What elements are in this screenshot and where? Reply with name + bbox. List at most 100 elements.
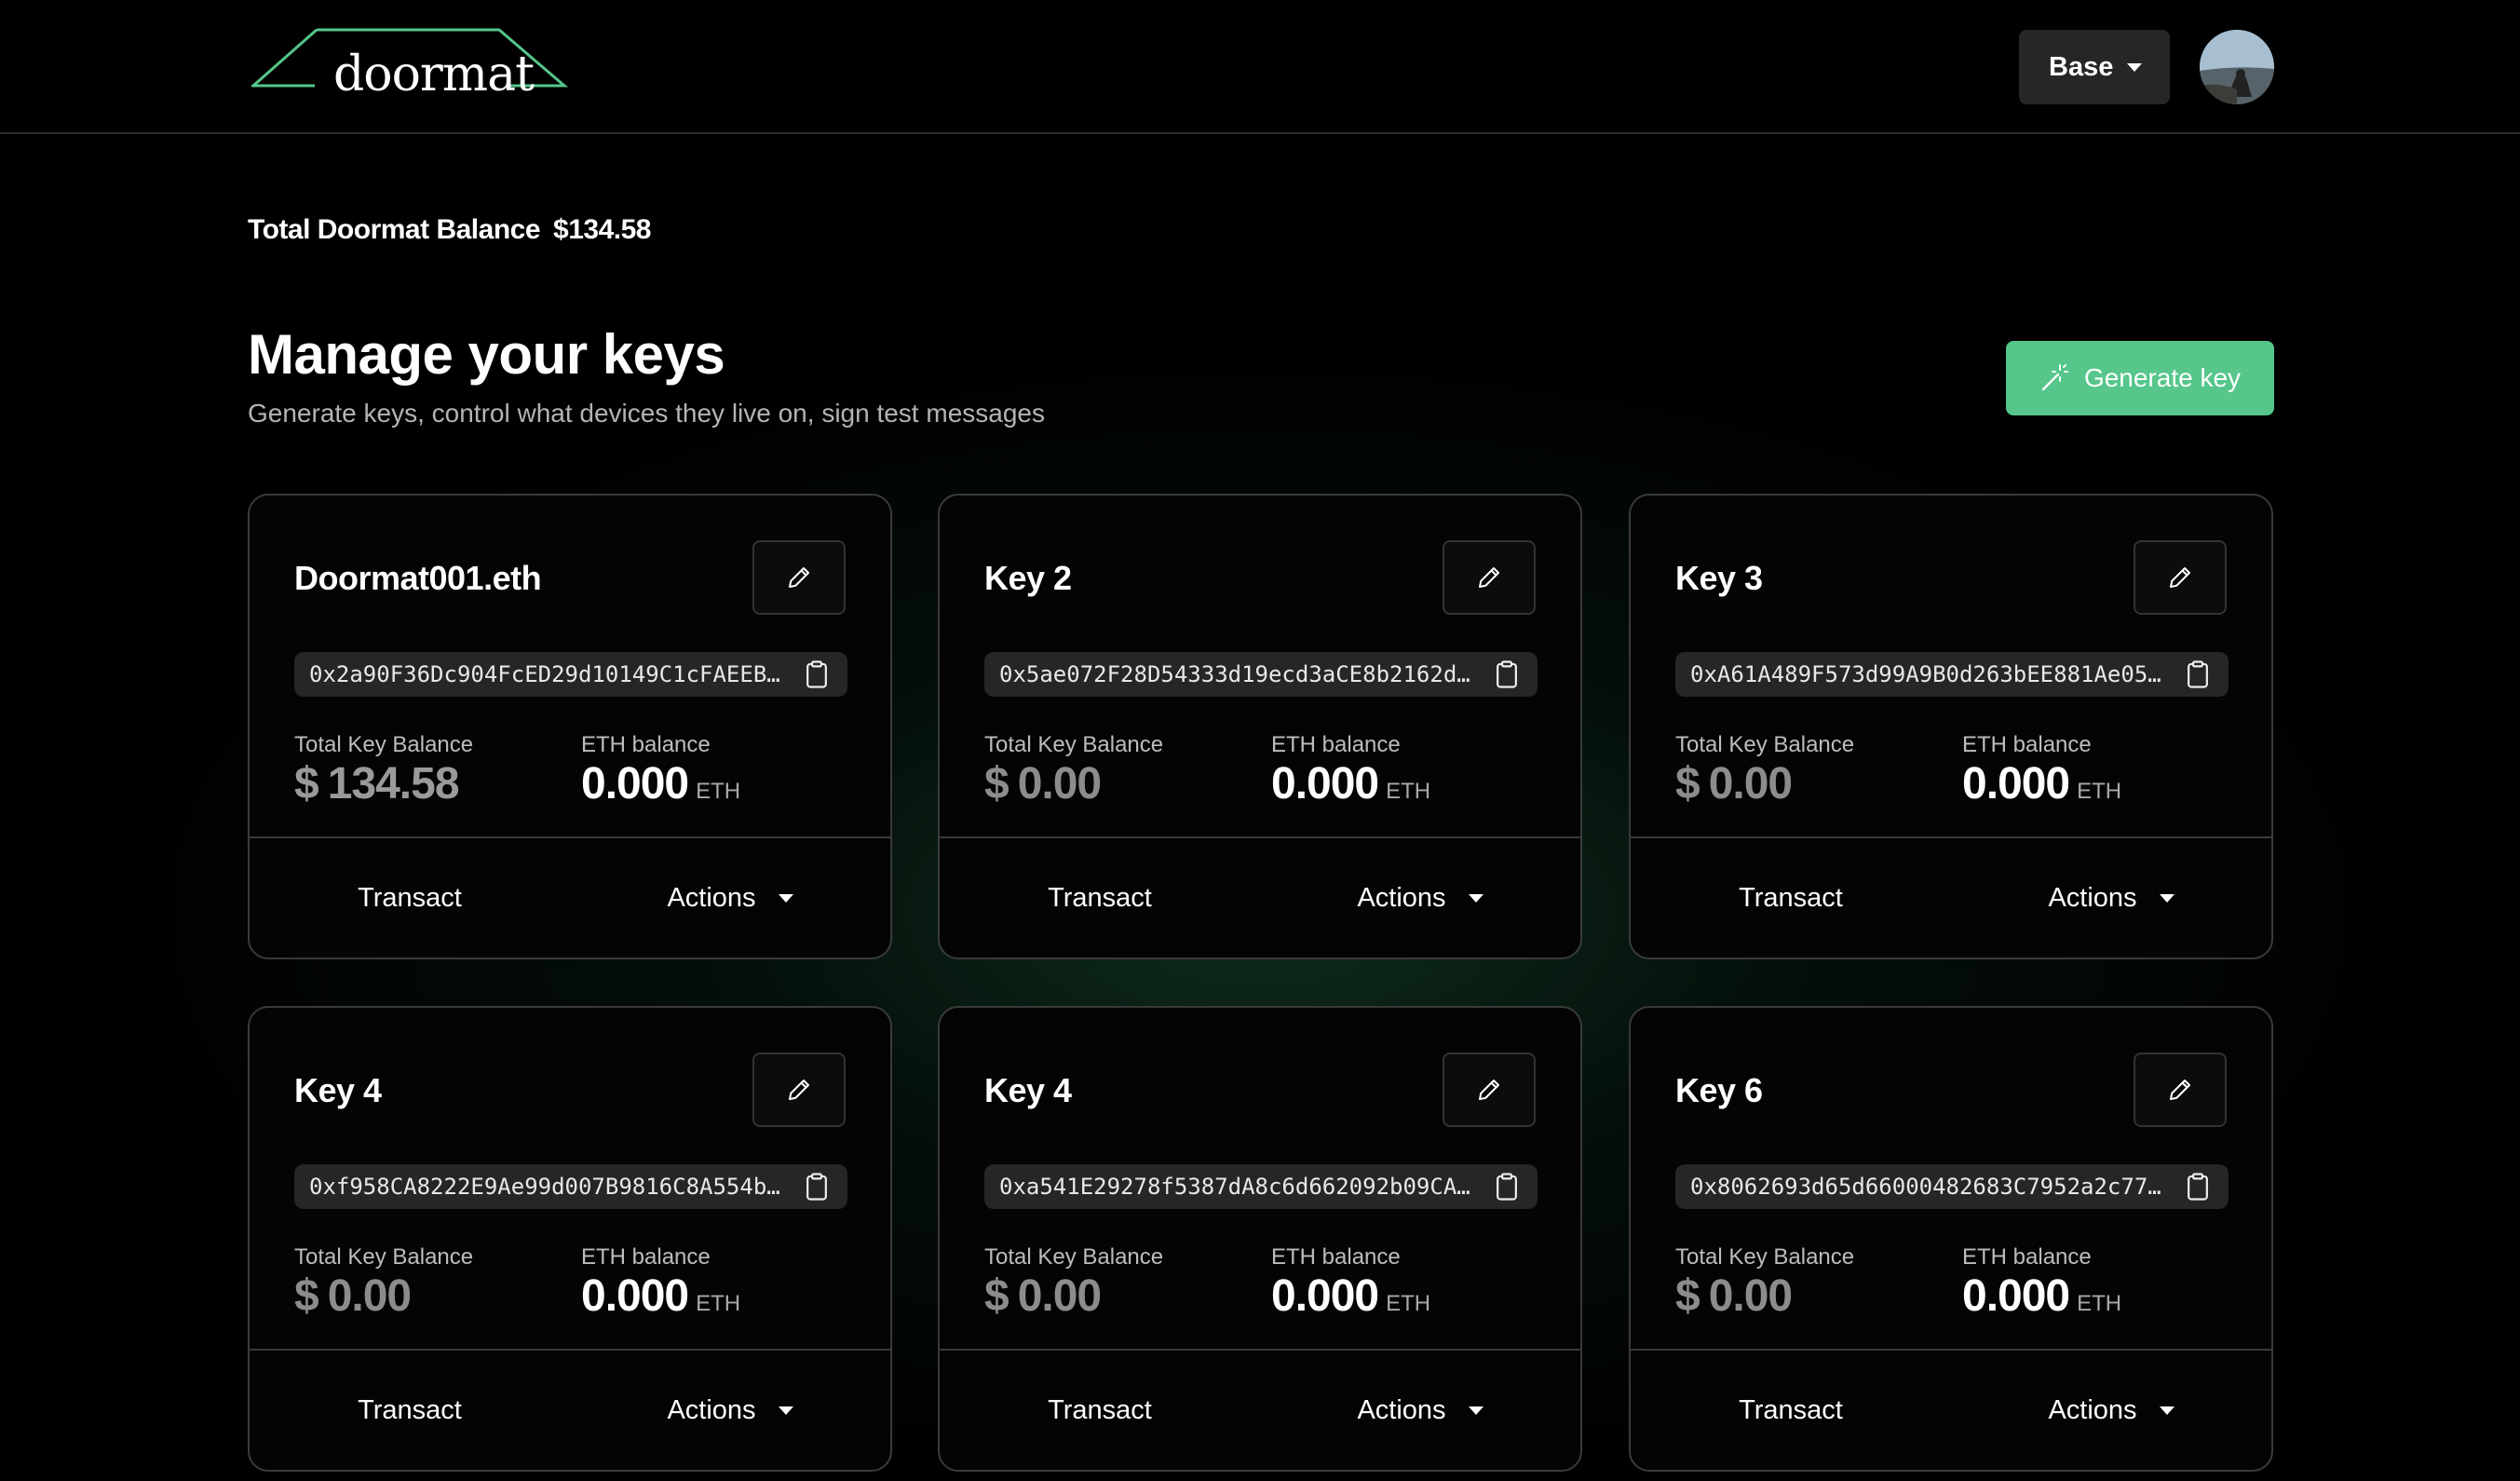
transact-button[interactable]: Transact	[1631, 838, 1951, 958]
total-key-balance-label: Total Key Balance	[1675, 1244, 1855, 1270]
card-footer: Transact Actions	[1631, 1349, 2271, 1470]
actions-dropdown[interactable]: Actions	[1260, 838, 1580, 958]
eth-unit: ETH	[2077, 1291, 2122, 1316]
key-card: Key 6 0x8062693d65d66000482683C7952a2c77…	[1629, 1006, 2273, 1472]
eth-amount: 0.000	[581, 1271, 689, 1321]
actions-label: Actions	[1357, 1394, 1446, 1425]
total-key-balance-label: Total Key Balance	[294, 1244, 474, 1270]
eth-unit: ETH	[696, 779, 741, 804]
key-name: Key 4	[294, 1071, 382, 1109]
card-footer: Transact Actions	[250, 836, 890, 958]
avatar[interactable]	[2200, 30, 2274, 104]
transact-button[interactable]: Transact	[940, 838, 1260, 958]
key-address-text: 0x2a90F36Dc904FcED29d10149C1cFAEEBB…	[309, 661, 792, 687]
key-card: Key 2 0x5ae072F28D54333d19ecd3aCE8b2162d…	[938, 494, 1582, 959]
usd-amount: 0.00	[1017, 759, 1102, 808]
network-selector[interactable]: Base	[2019, 30, 2170, 104]
caret-down-icon	[2159, 893, 2175, 903]
edit-key-button[interactable]	[2134, 1053, 2227, 1127]
clipboard-icon[interactable]	[2184, 659, 2212, 689]
usd-amount: 0.00	[327, 1271, 412, 1321]
page-subtitle: Generate keys, control what devices they…	[248, 399, 1045, 428]
eth-amount: 0.000	[1962, 1271, 2070, 1321]
total-key-balance-value: $0.00	[1675, 1270, 1793, 1322]
key-address: 0xf958CA8222E9Ae99d007B9816C8A554bE…	[294, 1164, 847, 1209]
eth-balance-label: ETH balance	[581, 732, 711, 757]
clipboard-icon[interactable]	[2184, 1172, 2212, 1202]
actions-dropdown[interactable]: Actions	[1951, 838, 2271, 958]
currency-symbol: $	[1675, 1271, 1700, 1321]
edit-key-button[interactable]	[752, 1053, 846, 1127]
eth-balance-value: 0.000 ETH	[1962, 1270, 2121, 1322]
eth-balance-label: ETH balance	[1962, 1244, 2092, 1270]
card-footer: Transact Actions	[940, 836, 1580, 958]
page: doormat Base Total Doormat Balance $134.5…	[0, 0, 2520, 1481]
key-address-text: 0xA61A489F573d99A9B0d263bEE881Ae05a…	[1690, 661, 2173, 687]
actions-label: Actions	[667, 1394, 756, 1425]
eth-unit: ETH	[696, 1291, 741, 1316]
edit-key-button[interactable]	[752, 540, 846, 615]
actions-label: Actions	[1357, 882, 1446, 913]
key-address-text: 0x8062693d65d66000482683C7952a2c77d…	[1690, 1174, 2173, 1200]
usd-amount: 134.58	[327, 759, 460, 808]
clipboard-icon[interactable]	[1493, 659, 1521, 689]
eth-balance-label: ETH balance	[1271, 1244, 1401, 1270]
key-card: Key 3 0xA61A489F573d99A9B0d263bEE881Ae05…	[1629, 494, 2273, 959]
actions-dropdown[interactable]: Actions	[570, 1351, 890, 1470]
pencil-icon	[1479, 1080, 1499, 1100]
total-key-balance-value: $134.58	[294, 758, 460, 809]
key-card: Doormat001.eth 0x2a90F36Dc904FcED29d1014…	[248, 494, 892, 959]
eth-balance-value: 0.000 ETH	[1271, 1270, 1430, 1322]
actions-label: Actions	[2048, 1394, 2137, 1425]
actions-label: Actions	[2048, 882, 2137, 913]
edit-key-button[interactable]	[1443, 1053, 1536, 1127]
caret-down-icon	[1468, 1406, 1484, 1415]
key-address: 0x2a90F36Dc904FcED29d10149C1cFAEEBB…	[294, 652, 847, 697]
card-footer: Transact Actions	[250, 1349, 890, 1470]
page-title: Manage your keys	[248, 323, 725, 386]
eth-amount: 0.000	[581, 759, 689, 808]
transact-button[interactable]: Transact	[940, 1351, 1260, 1470]
currency-symbol: $	[984, 1271, 1009, 1321]
clipboard-icon[interactable]	[1493, 1172, 1521, 1202]
key-name: Key 2	[984, 559, 1072, 597]
eth-balance-value: 0.000 ETH	[1962, 758, 2121, 809]
eth-amount: 0.000	[1962, 759, 2070, 808]
clipboard-icon[interactable]	[803, 659, 831, 689]
generate-key-label: Generate key	[2083, 363, 2242, 392]
card-footer: Transact Actions	[1631, 836, 2271, 958]
transact-button[interactable]: Transact	[250, 1351, 570, 1470]
transact-button[interactable]: Transact	[1631, 1351, 1951, 1470]
eth-balance-label: ETH balance	[581, 1244, 711, 1270]
total-key-balance-label: Total Key Balance	[1675, 732, 1855, 757]
caret-down-icon	[1468, 893, 1484, 903]
total-key-balance-label: Total Key Balance	[984, 1244, 1164, 1270]
avatar-image	[2200, 30, 2274, 104]
total-key-balance-label: Total Key Balance	[984, 732, 1164, 757]
key-address: 0x8062693d65d66000482683C7952a2c77d…	[1675, 1164, 2229, 1209]
pencil-icon	[2170, 567, 2190, 588]
actions-dropdown[interactable]: Actions	[570, 838, 890, 958]
transact-button[interactable]: Transact	[250, 838, 570, 958]
actions-dropdown[interactable]: Actions	[1260, 1351, 1580, 1470]
eth-balance-label: ETH balance	[1271, 732, 1401, 757]
pencil-icon	[2170, 1080, 2190, 1100]
usd-amount: 0.00	[1708, 759, 1793, 808]
usd-amount: 0.00	[1708, 1271, 1793, 1321]
edit-key-button[interactable]	[1443, 540, 1536, 615]
total-key-balance-value: $0.00	[294, 1270, 412, 1322]
key-address-text: 0xf958CA8222E9Ae99d007B9816C8A554bE…	[309, 1174, 792, 1200]
edit-key-button[interactable]	[2134, 540, 2227, 615]
eth-unit: ETH	[1386, 1291, 1431, 1316]
clipboard-icon[interactable]	[803, 1172, 831, 1202]
doormat-logo[interactable]: doormat	[250, 26, 574, 102]
generate-key-button[interactable]: Generate key	[2006, 341, 2274, 415]
pencil-icon	[789, 1080, 809, 1100]
currency-symbol: $	[984, 759, 1009, 808]
key-name: Key 6	[1675, 1071, 1763, 1109]
actions-dropdown[interactable]: Actions	[1951, 1351, 2271, 1470]
key-card: Key 4 0xf958CA8222E9Ae99d007B9816C8A554b…	[248, 1006, 892, 1472]
eth-balance-value: 0.000 ETH	[581, 1270, 740, 1322]
currency-symbol: $	[294, 1271, 319, 1321]
caret-down-icon	[778, 1406, 793, 1415]
